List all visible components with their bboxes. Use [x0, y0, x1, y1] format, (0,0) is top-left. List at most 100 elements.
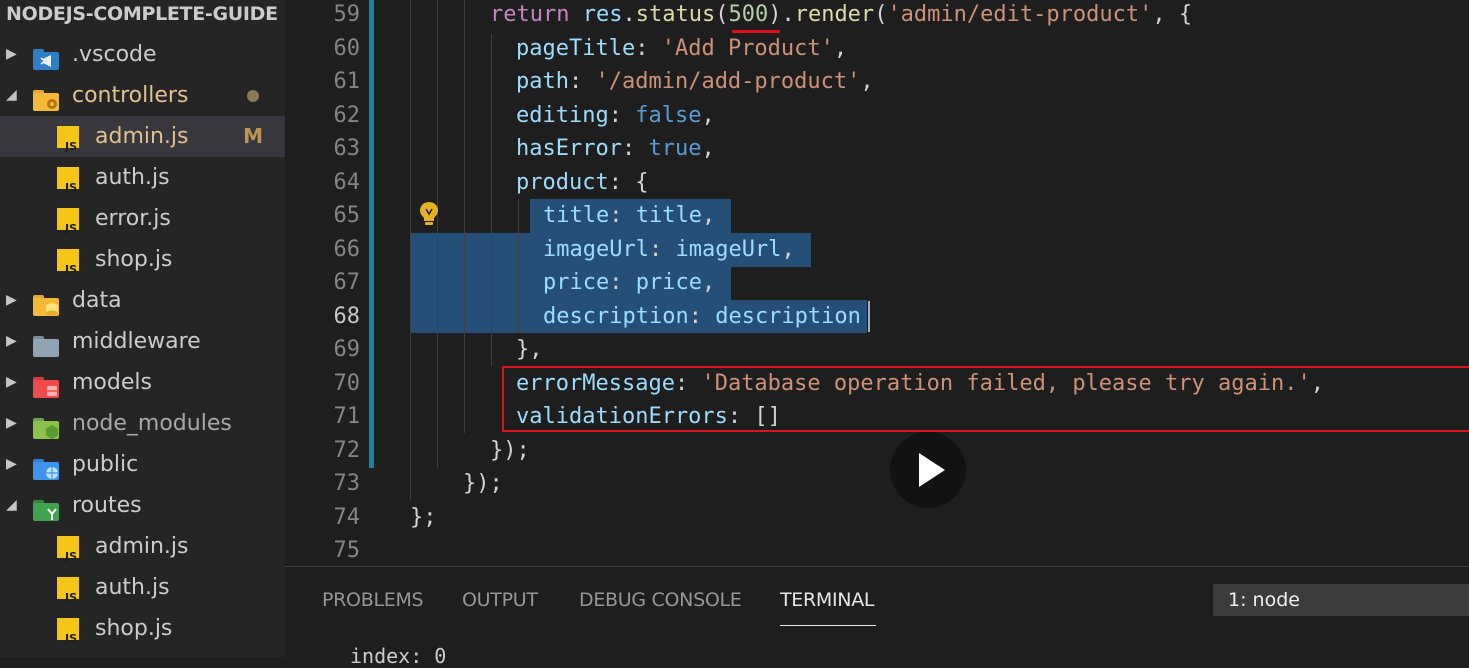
tree-item-shop-js[interactable]: JS shop.js — [0, 239, 285, 280]
tab-debug-console[interactable]: DEBUG CONSOLE — [579, 585, 742, 625]
tree-item-label: routes — [72, 493, 142, 518]
tree-item-label: middleware — [72, 329, 201, 354]
code-token: render — [794, 2, 875, 27]
terminal-select[interactable]: 1: node — [1213, 584, 1469, 616]
tree-item-controllers[interactable]: ◢ controllers — [0, 75, 285, 116]
line-number: 65 — [333, 203, 361, 228]
tree-item-routes-auth-js[interactable]: JS auth.js — [0, 567, 285, 608]
tree-item-data[interactable]: ▶ data — [0, 280, 285, 321]
tree-item-label: auth.js — [95, 165, 170, 190]
code-token: '/admin/add-product' — [595, 69, 861, 94]
modified-lines-indicator — [369, 0, 374, 468]
code-line: }); — [490, 434, 530, 468]
tree-item-label: auth.js — [95, 575, 170, 600]
tab-problems[interactable]: PROBLEMS — [322, 585, 424, 625]
indent-guide — [464, 0, 465, 433]
tree-item-label: public — [72, 452, 139, 477]
line-number: 59 — [333, 2, 361, 27]
code-token: ). — [768, 2, 795, 27]
line-number: 68 — [333, 303, 361, 329]
code-token: }); — [463, 471, 503, 496]
tree-item-label: shop.js — [95, 247, 173, 272]
tree-item-error-js[interactable]: JS error.js — [0, 198, 285, 239]
code-line: path: '/admin/add-product', — [516, 65, 874, 99]
code-token: ( — [874, 2, 888, 27]
code-line: description: description — [543, 300, 861, 334]
line-number: 66 — [333, 236, 361, 262]
code-line: hasError: true, — [516, 132, 715, 166]
line-number: 74 — [333, 504, 361, 530]
code-token: title — [635, 203, 702, 228]
line-number: 60 — [333, 35, 361, 61]
code-token: title — [543, 203, 610, 228]
lightbulb-icon[interactable] — [418, 200, 440, 228]
line-number: 72 — [333, 437, 361, 463]
code-token: false — [635, 102, 702, 128]
indent-guide — [491, 34, 492, 366]
tree-item-routes-admin-js[interactable]: JS admin.js — [0, 526, 285, 567]
routes-folder-icon — [33, 495, 59, 521]
line-number: 61 — [333, 69, 361, 94]
code-token: : { — [608, 169, 649, 195]
code-token: 500 — [728, 2, 769, 27]
tree-item-label: data — [72, 288, 122, 313]
tab-output[interactable]: OUTPUT — [462, 585, 538, 625]
indent-guide — [437, 0, 438, 468]
code-token: : — [635, 35, 662, 61]
annotation-box — [502, 366, 1469, 432]
chevron-right-icon: ▶ — [6, 292, 17, 308]
tree-item-middleware[interactable]: ▶ middleware — [0, 321, 285, 362]
code-editor[interactable]: 59 60 61 62 63 64 65 66 67 68 69 70 71 72 73 74 75 retur… — [285, 0, 1469, 566]
tree-item-admin-js[interactable]: JS admin.js M — [0, 116, 285, 157]
terminal-output: index: 0 — [350, 644, 447, 668]
code-line: pageTitle: 'Add Product', — [516, 32, 847, 66]
chevron-down-icon: ◢ — [6, 87, 17, 103]
line-number: 73 — [333, 471, 361, 496]
tree-item-label: error.js — [95, 206, 171, 231]
video-play-button[interactable] — [890, 432, 966, 508]
play-icon — [919, 453, 945, 487]
code-token: true — [648, 136, 702, 161]
line-number: 69 — [333, 337, 361, 362]
tree-item-vscode[interactable]: ▶ .vscode — [0, 34, 285, 75]
chevron-down-icon: ◢ — [6, 497, 17, 513]
code-token: pageTitle — [516, 35, 636, 61]
public-folder-icon — [33, 454, 59, 480]
js-file-icon: JS — [57, 618, 79, 645]
tab-terminal[interactable]: TERMINAL — [780, 585, 876, 626]
code-token: : — [688, 303, 716, 329]
controllers-folder-icon — [33, 85, 59, 111]
line-number: 75 — [333, 538, 361, 563]
code-token: }); — [490, 437, 530, 463]
chevron-right-icon: ▶ — [6, 374, 17, 390]
code-line: }; — [410, 501, 437, 535]
tree-item-routes-shop-js[interactable]: JS shop.js — [0, 608, 285, 649]
js-file-icon: JS — [57, 249, 79, 276]
code-token: imageUrl — [543, 236, 649, 262]
code-line: title: title, — [543, 199, 715, 233]
models-folder-icon — [33, 372, 59, 398]
text-cursor — [868, 301, 870, 332]
tree-item-public[interactable]: ▶ public — [0, 444, 285, 485]
chevron-right-icon: ▶ — [6, 456, 17, 472]
code-token: , — [701, 203, 716, 228]
tree-item-auth-js[interactable]: JS auth.js — [0, 157, 285, 198]
code-token: }; — [410, 504, 437, 530]
code-token: }, — [516, 337, 543, 362]
tree-item-routes[interactable]: ◢ routes — [0, 485, 285, 526]
line-number: 70 — [333, 370, 361, 396]
code-token: , — [833, 35, 848, 61]
code-line: editing: false, — [516, 99, 715, 133]
code-token: path — [516, 69, 569, 94]
chevron-right-icon: ▶ — [6, 415, 17, 431]
tree-item-node-modules[interactable]: ▶ node_modules — [0, 403, 285, 444]
js-file-icon: JS — [57, 577, 79, 604]
bottom-panel: PROBLEMS OUTPUT DEBUG CONSOLE TERMINAL 1… — [285, 566, 1469, 667]
explorer-sidebar: NODEJS-COMPLETE-GUIDE ▶ .vscode ◢ contro… — [0, 0, 285, 657]
line-number: 62 — [333, 102, 361, 128]
tree-item-label: models — [72, 370, 152, 395]
indent-guide — [410, 0, 411, 500]
code-token: : — [648, 236, 676, 262]
code-token: description — [715, 303, 861, 329]
tree-item-models[interactable]: ▶ models — [0, 362, 285, 403]
